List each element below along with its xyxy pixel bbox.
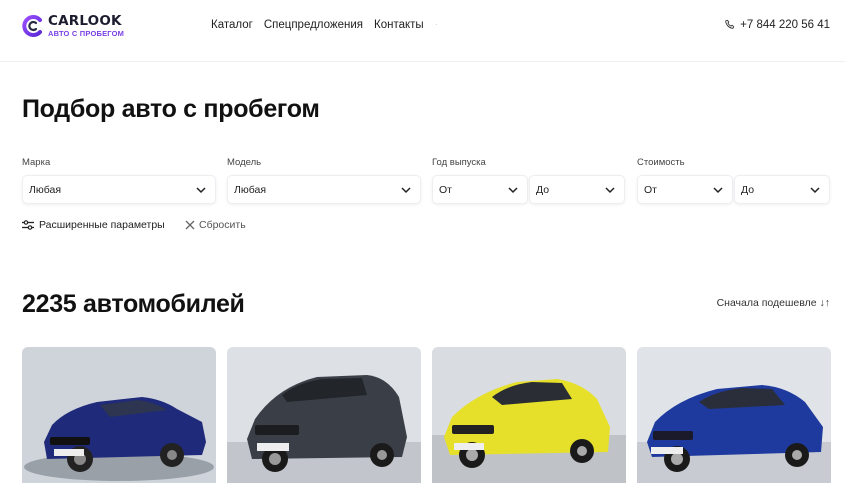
nav-special-offers[interactable]: Спецпредложения <box>264 19 363 31</box>
logo-icon <box>22 15 42 37</box>
car-photo-icon <box>432 347 626 483</box>
logo-subtitle: АВТО С ПРОБЕГОМ <box>48 29 125 38</box>
car-photo-icon <box>227 347 421 483</box>
advanced-params-button[interactable]: Расширенные параметры <box>22 219 165 231</box>
brand-select[interactable]: Любая <box>22 175 216 204</box>
logo[interactable]: CARLOOK АВТО С ПРОБЕГОМ <box>22 13 132 39</box>
chevron-down-icon <box>196 187 206 194</box>
car-photo-icon <box>637 347 831 483</box>
reset-button[interactable]: Сбросить <box>185 219 246 231</box>
site-header: CARLOOK АВТО С ПРОБЕГОМ Каталог Спецпред… <box>0 0 845 62</box>
year-label: Год выпуска <box>432 157 486 168</box>
reset-label: Сбросить <box>199 219 246 231</box>
chevron-down-icon <box>508 187 518 194</box>
car-photo-icon <box>22 347 216 483</box>
year-to-value: До <box>536 183 550 196</box>
main-nav: Каталог Спецпредложения Контакты · <box>211 19 438 31</box>
car-card[interactable] <box>432 347 626 483</box>
model-select-value: Любая <box>234 183 267 196</box>
price-to-value: До <box>741 183 755 196</box>
advanced-params-label: Расширенные параметры <box>39 219 165 231</box>
results-count: 2235 автомобилей <box>22 290 245 318</box>
phone-number: +7 844 220 56 41 <box>740 19 830 31</box>
model-label: Модель <box>227 157 262 168</box>
brand-select-value: Любая <box>29 183 62 196</box>
chevron-down-icon <box>401 187 411 194</box>
car-card[interactable] <box>22 347 216 483</box>
price-to-select[interactable]: До <box>734 175 830 204</box>
chevron-down-icon <box>810 187 820 194</box>
nav-catalog[interactable]: Каталог <box>211 19 253 31</box>
page-title: Подбор авто с пробегом <box>22 95 320 123</box>
sliders-icon <box>22 220 34 230</box>
price-from-value: От <box>644 183 657 196</box>
phone-link[interactable]: +7 844 220 56 41 <box>724 19 830 31</box>
logo-title: CARLOOK <box>48 12 122 29</box>
year-to-select[interactable]: До <box>529 175 625 204</box>
nav-separator: · <box>434 19 439 30</box>
year-from-value: От <box>439 183 452 196</box>
close-icon <box>185 220 195 230</box>
year-from-select[interactable]: От <box>432 175 528 204</box>
chevron-down-icon <box>605 187 615 194</box>
car-card[interactable] <box>637 347 831 483</box>
nav-contacts[interactable]: Контакты <box>374 19 424 31</box>
chevron-down-icon <box>713 187 723 194</box>
model-select[interactable]: Любая <box>227 175 421 204</box>
price-from-select[interactable]: От <box>637 175 733 204</box>
car-card[interactable] <box>227 347 421 483</box>
phone-icon <box>725 19 735 29</box>
price-label: Стоимость <box>637 157 685 168</box>
sort-dropdown[interactable]: Сначала подешевле ↓↑ <box>717 297 830 309</box>
brand-label: Марка <box>22 157 51 168</box>
